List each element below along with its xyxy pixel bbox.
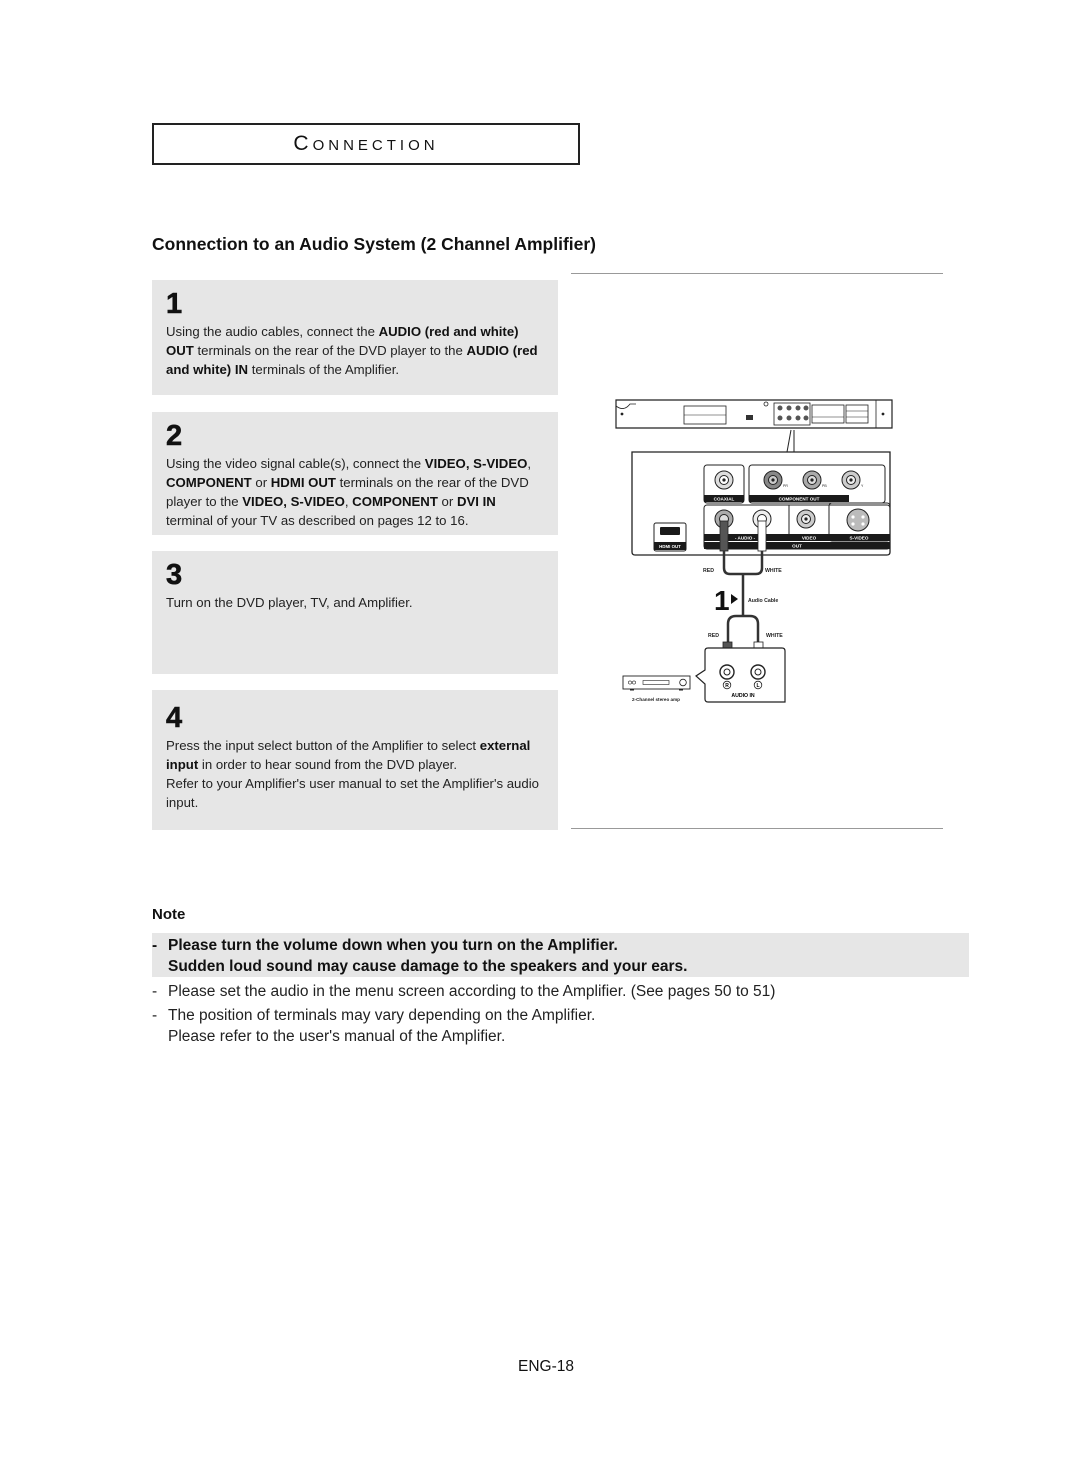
body-text: terminals of the Amplifier. (248, 362, 400, 377)
component-pb-jack (802, 470, 822, 490)
red-label-bottom: RED (708, 633, 719, 639)
body-text: or (437, 494, 457, 509)
out-label: OUT (792, 544, 802, 549)
body-text: Using the video signal cable(s), connect… (166, 456, 425, 471)
body-text: Refer to your Amplifier's user manual to… (166, 776, 539, 810)
body-text: Using the audio cables, connect the (166, 324, 379, 339)
section-title: Connection (293, 132, 439, 155)
l-label: L (756, 683, 759, 689)
coaxial-jack (714, 470, 734, 490)
amp-label: 2-Channel stereo amp (632, 697, 680, 702)
page-number: ENG-18 (518, 1358, 574, 1375)
step-text: Using the audio cables, connect the AUDI… (166, 322, 546, 379)
note-item: - Please set the audio in the menu screen… (152, 983, 776, 1000)
step-text: Turn on the DVD player, TV, and Amplifie… (166, 593, 546, 612)
note-item: - The position of terminals may vary depe… (152, 1007, 596, 1045)
emphasis-text: VIDEO, S-VIDEO (242, 494, 345, 509)
note-line: Sudden loud sound may cause damage to th… (168, 958, 688, 975)
emphasis-text: VIDEO, S-VIDEO (424, 456, 528, 471)
audio-in-label: AUDIO IN (731, 693, 755, 699)
pr-label: PR (783, 484, 788, 488)
audio-cable-label: Audio Cable (748, 598, 778, 604)
section-title-box: Connection (152, 123, 580, 165)
step-1: 1 Using the audio cables, connect the AU… (152, 280, 558, 395)
diagram-bottom-rule (571, 828, 943, 829)
body-text: terminal of your TV as described on page… (166, 513, 469, 528)
body-text: Turn on the DVD player, TV, and Amplifie… (166, 595, 413, 610)
r-label: R (725, 683, 729, 689)
note-item: - Please turn the volume down when you tu… (152, 937, 688, 975)
emphasis-text: COMPONENT (166, 475, 252, 490)
note-line: Please turn the volume down when you tur… (168, 937, 618, 954)
step-number: 3 (166, 559, 183, 592)
stereo-amp-icon (622, 675, 691, 691)
body-text: Press the input select button of the Amp… (166, 738, 480, 753)
hdmi-out-label: HDMI OUT (659, 544, 681, 549)
red-label-top: RED (703, 568, 714, 574)
step-number: 2 (166, 420, 183, 453)
emphasis-text: COMPONENT (352, 494, 438, 509)
svideo-label: S-VIDEO (850, 536, 869, 541)
step-text: Press the input select button of the Amp… (166, 736, 546, 812)
connection-diagram: COAXIAL COMPONENT OUT PR PB Y - AUDIO - … (615, 399, 893, 703)
note-title: Note (152, 906, 186, 923)
body-text: or (251, 475, 271, 490)
arrow-right-icon (731, 594, 738, 604)
component-pr-jack (763, 470, 783, 490)
note-line: Please set the audio in the menu screen … (168, 983, 776, 1000)
audio-out-label: - AUDIO - (735, 536, 756, 541)
white-label-top: WHITE (765, 568, 782, 574)
video-out-jack (796, 509, 816, 529)
pb-label: PB (822, 484, 827, 488)
step-marker: 1 (714, 585, 730, 616)
step-4: 4 Press the input select button of the A… (152, 690, 558, 830)
body-text: terminals on the rear of the DVD player … (193, 343, 467, 358)
emphasis-text: HDMI OUT (270, 475, 336, 490)
white-label-bottom: WHITE (766, 633, 783, 639)
coaxial-label: COAXIAL (714, 497, 735, 502)
component-out-label: COMPONENT OUT (779, 497, 820, 502)
dvd-player-rear (615, 399, 893, 453)
note-line: Please refer to the user's manual of the… (168, 1028, 506, 1045)
step-3: 3 Turn on the DVD player, TV, and Amplif… (152, 551, 558, 674)
step-number: 1 (166, 288, 183, 321)
body-text: in order to hear sound from the DVD play… (198, 757, 457, 772)
emphasis-text: DVI IN (456, 494, 496, 509)
video-label: VIDEO (802, 536, 817, 541)
step-number: 4 (166, 702, 183, 735)
page-heading: Connection to an Audio System (2 Channel… (152, 234, 597, 254)
body-text: , (527, 456, 532, 471)
component-y-jack (841, 470, 861, 490)
amp-audio-in-panel: R L AUDIO IN (695, 647, 786, 703)
step-2: 2 Using the video signal cable(s), conne… (152, 412, 558, 535)
svideo-out-jack (846, 508, 870, 532)
note-line: The position of terminals may vary depen… (168, 1007, 596, 1024)
diagram-top-rule (571, 273, 943, 274)
step-text: Using the video signal cable(s), connect… (166, 454, 546, 530)
